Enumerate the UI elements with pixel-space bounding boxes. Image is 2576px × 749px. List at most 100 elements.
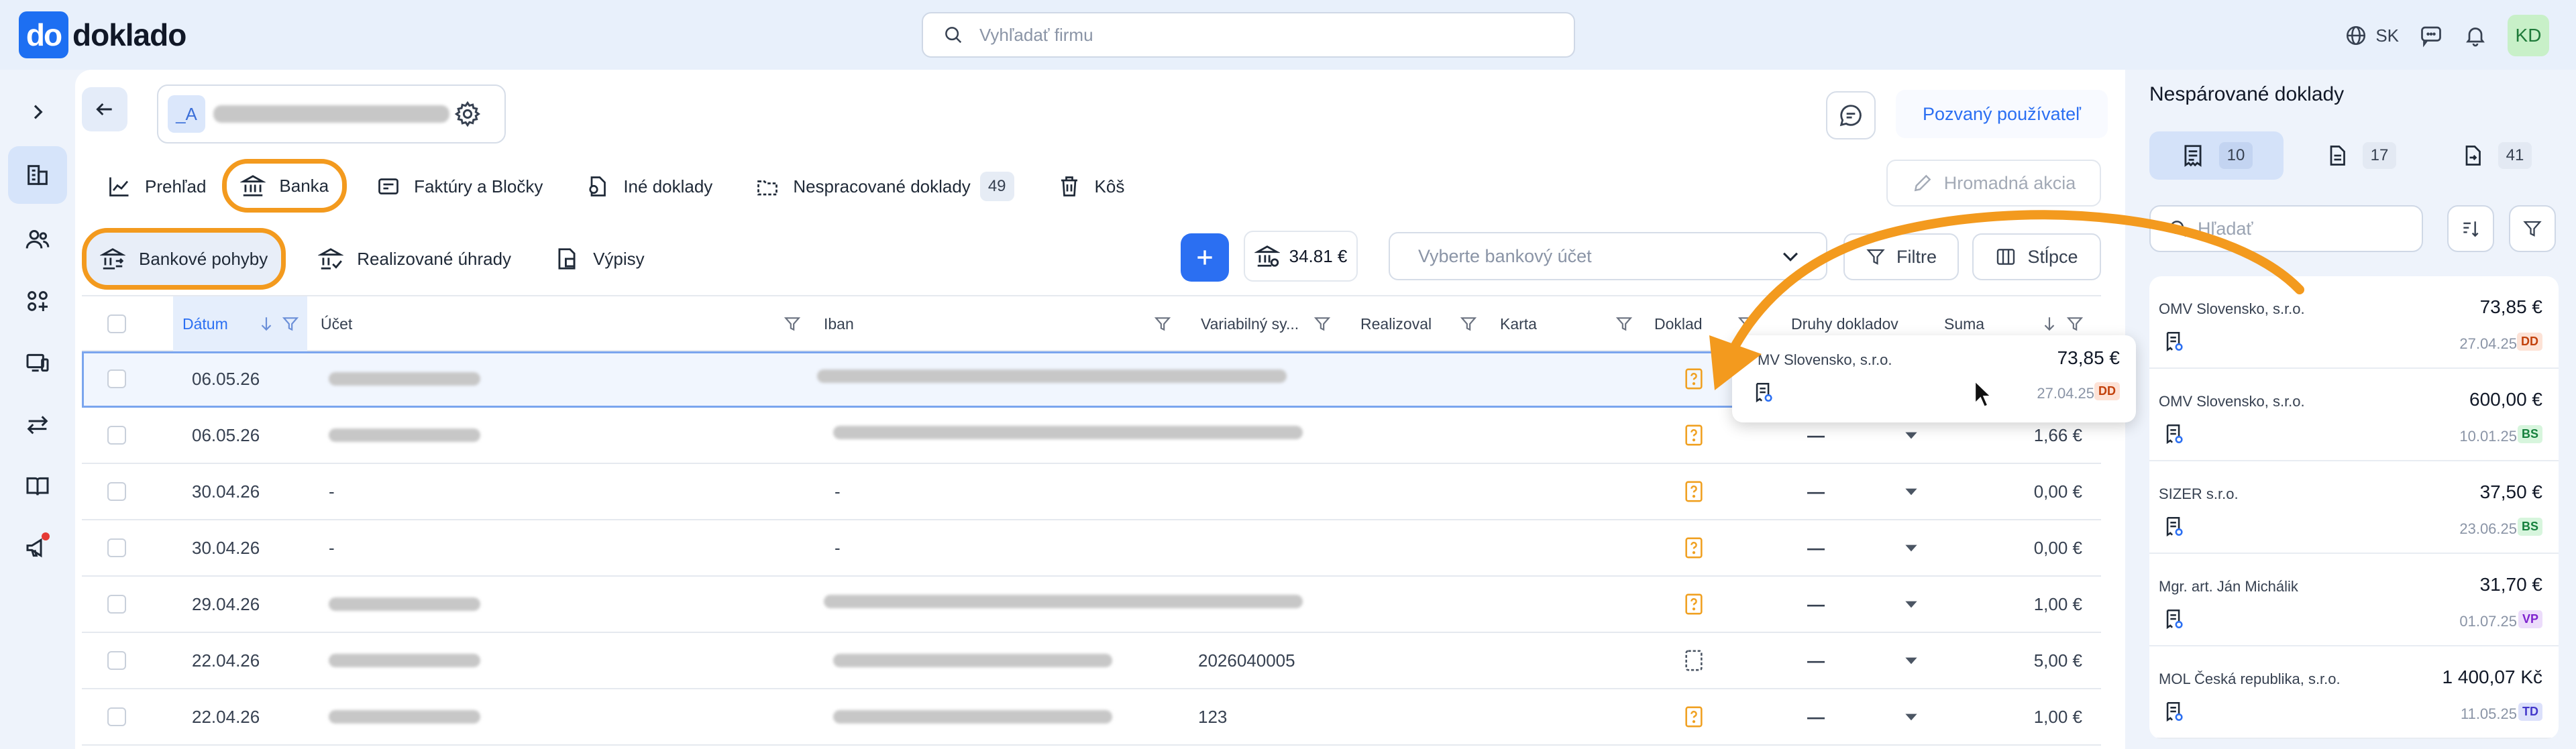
invited-users-button[interactable]: Pozvaný používateľ	[1896, 90, 2108, 138]
rail-item-announcements[interactable]	[8, 519, 67, 577]
row-checkbox[interactable]	[107, 707, 126, 726]
caret-down-icon[interactable]	[1902, 708, 1920, 726]
filter-icon[interactable]	[1313, 315, 1331, 333]
sort-button[interactable]	[2447, 205, 2494, 252]
document-question-icon[interactable]	[1684, 593, 1704, 616]
document-question-icon[interactable]	[1684, 424, 1704, 447]
row-checkbox[interactable]	[107, 651, 126, 670]
document-question-icon[interactable]	[1684, 367, 1704, 390]
subtab-realized-payments-label: Realizované úhrady	[357, 248, 512, 269]
bank-account-select[interactable]: Vyberte bankový účet	[1389, 232, 1827, 280]
bell-icon[interactable]	[2463, 23, 2487, 48]
company-search-input[interactable]	[979, 24, 1516, 46]
table-row[interactable]: 22.04.26 123 — 1,00 €	[82, 689, 2101, 746]
filter-icon[interactable]	[2066, 315, 2084, 333]
document-icon	[2330, 146, 2345, 166]
rail-item-guide[interactable]	[8, 457, 67, 515]
bulk-action-button[interactable]: Hromadná akcia	[1886, 160, 2101, 207]
caret-down-icon[interactable]	[1902, 539, 1920, 557]
columns-button[interactable]: Stĺpce	[1972, 233, 2101, 280]
segment-exports[interactable]: 41	[2432, 131, 2560, 180]
filter-icon[interactable]	[1154, 315, 1171, 333]
col-account[interactable]: Účet	[321, 296, 352, 351]
table-row[interactable]: 30.04.26 - - — 0,00 €	[82, 464, 2101, 520]
language-switcher[interactable]: SK	[2345, 24, 2399, 47]
subtab-realized-payments[interactable]: Realizované úhrady	[305, 235, 525, 283]
company-search[interactable]	[922, 12, 1575, 58]
expand-sidebar-button[interactable]	[8, 83, 67, 141]
filter-icon[interactable]	[1615, 315, 1633, 333]
caret-down-icon[interactable]	[1902, 595, 1920, 613]
caret-down-icon[interactable]	[1902, 426, 1920, 444]
rail-item-companies[interactable]	[8, 146, 67, 204]
col-card[interactable]: Karta	[1500, 296, 1537, 351]
iban-redacted	[824, 595, 1303, 608]
filter-icon[interactable]	[282, 315, 299, 333]
row-checkbox[interactable]	[107, 482, 126, 501]
panel-filter-button[interactable]	[2509, 205, 2556, 252]
col-iban[interactable]: Iban	[824, 296, 854, 351]
sort-down-icon[interactable]	[258, 315, 275, 333]
list-item[interactable]: SIZER s.r.o. 37,50 € 23.06.25 BS	[2149, 461, 2559, 554]
back-button[interactable]	[82, 87, 127, 131]
filter-icon[interactable]	[784, 315, 801, 333]
company-selector[interactable]: _A	[157, 84, 506, 143]
chat-icon[interactable]	[2419, 23, 2443, 48]
tab-bank[interactable]: Banka	[222, 159, 347, 213]
document-question-icon[interactable]	[1684, 480, 1704, 503]
col-date[interactable]: Dátum	[182, 296, 228, 351]
row-checkbox[interactable]	[107, 369, 126, 388]
tab-trash[interactable]: Kôš	[1044, 162, 1138, 211]
document-question-icon[interactable]	[1684, 705, 1704, 728]
segment-documents[interactable]: 17	[2297, 131, 2424, 180]
search-icon	[945, 27, 962, 44]
gear-icon[interactable]	[453, 100, 482, 128]
list-item[interactable]: MOL Česká republika, s.r.o. 1 400,07 Kč …	[2149, 646, 2559, 739]
col-document-types-label: Druhy dokladov	[1791, 314, 1898, 333]
account-redacted	[329, 654, 480, 667]
caret-down-icon[interactable]	[1902, 483, 1920, 500]
user-avatar[interactable]: KD	[2508, 15, 2549, 56]
row-checkbox[interactable]	[107, 595, 126, 614]
list-item[interactable]: Mgr. art. Ján Michálik 31,70 € 01.07.25 …	[2149, 554, 2559, 646]
segment-receipts[interactable]: 10	[2149, 131, 2284, 180]
col-realized-by[interactable]: Realizoval	[1360, 296, 1432, 351]
table-row[interactable]: 29.04.26 — 1,00 €	[82, 577, 2101, 633]
document-dashed-icon[interactable]	[1684, 649, 1704, 672]
tab-overview[interactable]: Prehľad	[94, 162, 219, 211]
drag-preview-date: 27.04.25	[2037, 385, 2094, 402]
row-date: 22.04.26	[192, 650, 260, 671]
caret-down-icon[interactable]	[1902, 652, 1920, 669]
comments-button[interactable]	[1826, 91, 1876, 139]
logo[interactable]: do doklado	[19, 11, 186, 58]
filters-button[interactable]: Filtre	[1843, 233, 1959, 280]
receipt-settings-icon	[1756, 382, 1772, 403]
tab-other-documents[interactable]: Iné doklady	[572, 162, 726, 211]
drag-preview-card[interactable]: MV Slovensko, s.r.o. 73,85 € 27.04.25 DD	[1732, 335, 2136, 422]
filter-icon[interactable]	[1460, 315, 1477, 333]
table-row[interactable]: 30.04.26 - - — 0,00 €	[82, 520, 2101, 577]
row-checkbox[interactable]	[107, 538, 126, 557]
document-question-icon[interactable]	[1684, 536, 1704, 559]
sort-down-icon[interactable]	[2041, 315, 2058, 333]
row-checkbox[interactable]	[107, 426, 126, 445]
subtab-bank-movements[interactable]: Bankové pohyby	[82, 228, 286, 290]
rail-item-users[interactable]	[8, 211, 67, 268]
select-all-checkbox[interactable]	[107, 314, 126, 333]
rail-item-integrations[interactable]	[8, 272, 67, 330]
subtab-statements[interactable]: Výpisy	[541, 235, 658, 283]
col-document[interactable]: Doklad	[1654, 296, 1703, 351]
rail-item-transfers[interactable]	[8, 396, 67, 453]
col-variable-symbol[interactable]: Variabilný sy...	[1201, 296, 1299, 351]
users-icon	[25, 230, 50, 249]
add-button[interactable]	[1181, 233, 1229, 282]
list-item[interactable]: OMV Slovensko, s.r.o. 600,00 € 10.01.25 …	[2149, 369, 2559, 461]
panel-search[interactable]: Hľadať	[2149, 205, 2423, 252]
table-row[interactable]: 22.04.26 2026040005 — 5,00 €	[82, 633, 2101, 689]
tab-unprocessed[interactable]: Nespracované doklady 49	[742, 162, 1027, 211]
tab-invoices[interactable]: Faktúry a Bločky	[363, 162, 556, 211]
rail-item-devices[interactable]	[8, 334, 67, 392]
list-item[interactable]: OMV Slovensko, s.r.o. 73,85 € 27.04.25 D…	[2149, 276, 2559, 369]
filter-icon[interactable]	[1737, 315, 1755, 333]
tab-unprocessed-label: Nespracované doklady	[793, 176, 971, 196]
